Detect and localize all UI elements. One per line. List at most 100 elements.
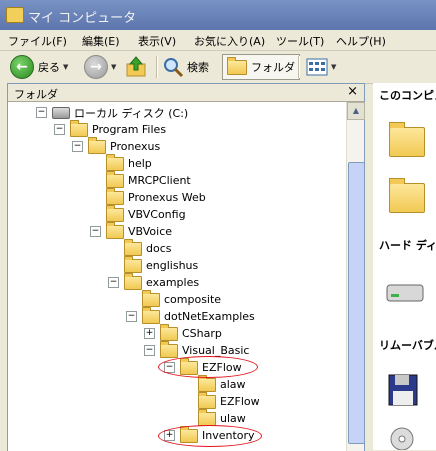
- cd-drive-icon[interactable]: [387, 425, 417, 450]
- folder-icon: [124, 238, 142, 256]
- folder-icon: [198, 408, 216, 426]
- folder-icon: [106, 204, 124, 222]
- tree-item-label: examples: [146, 276, 200, 289]
- tree-item-pronexus[interactable]: − Pronexus: [72, 136, 160, 155]
- folder-icon: [106, 187, 124, 205]
- folder-icon: [124, 272, 142, 290]
- tree-item-label: CSharp: [182, 327, 222, 340]
- folder-icon: [160, 340, 178, 358]
- folder-icon: [198, 391, 216, 409]
- tree-item-help[interactable]: help: [106, 153, 152, 172]
- collapse-icon[interactable]: −: [72, 141, 83, 152]
- drive-icon: [52, 106, 70, 119]
- close-icon[interactable]: ×: [347, 84, 358, 99]
- tree-item-ezflow-sub[interactable]: EZFlow: [198, 391, 260, 410]
- tree-item-dotnetexamples[interactable]: − dotNetExamples: [126, 306, 255, 325]
- scrollbar-thumb[interactable]: [348, 162, 365, 444]
- folders-icon: [227, 56, 247, 75]
- tree-item-label: composite: [164, 293, 222, 306]
- views-icon: [306, 58, 328, 76]
- collapse-icon[interactable]: −: [90, 226, 101, 237]
- toolbar: ← 戻る ▼ → ▼ 検索 フォルダ ▼: [0, 51, 436, 84]
- tree-item-composite[interactable]: composite: [142, 289, 222, 308]
- forward-arrow-icon: →: [84, 55, 108, 79]
- folder-icon[interactable]: [389, 178, 425, 213]
- back-button[interactable]: ← 戻る ▼: [10, 54, 68, 80]
- up-folder-button[interactable]: [124, 54, 148, 80]
- menu-help[interactable]: ヘルプ(H): [336, 33, 386, 49]
- expand-icon[interactable]: +: [144, 328, 155, 339]
- section-header: リムーバブル: [379, 339, 436, 352]
- tree-item-label: ローカル ディスク (C:): [74, 106, 189, 120]
- tree-item-label: Pronexus Web: [128, 191, 206, 204]
- folder-pane: フォルダ × − ローカル ディスク (C:) − Program Files …: [7, 83, 365, 451]
- tree-item-program-files[interactable]: − Program Files: [54, 119, 167, 138]
- back-label: 戻る: [38, 61, 60, 74]
- tree-item-englishus[interactable]: englishus: [124, 255, 199, 274]
- scroll-up-icon[interactable]: ▲: [347, 102, 365, 120]
- floppy-disk-icon[interactable]: [387, 373, 423, 409]
- tree-item-label: help: [128, 157, 152, 170]
- tree-item-mrcpclient[interactable]: MRCPClient: [106, 170, 191, 189]
- folder-icon: [106, 170, 124, 188]
- collapse-icon[interactable]: −: [144, 345, 155, 356]
- tree-item-label: englishus: [146, 259, 199, 272]
- tree-item-csharp[interactable]: + CSharp: [144, 323, 222, 342]
- menu-edit[interactable]: 編集(E): [82, 33, 120, 49]
- collapse-icon[interactable]: −: [36, 107, 47, 118]
- collapse-icon[interactable]: −: [108, 277, 119, 288]
- search-icon: [164, 58, 184, 78]
- menu-view[interactable]: 表示(V): [138, 33, 176, 49]
- tree-item-local-disk[interactable]: − ローカル ディスク (C:): [36, 104, 188, 121]
- separator: [298, 56, 300, 78]
- chevron-down-icon[interactable]: ▼: [111, 63, 116, 71]
- folder-icon: [198, 374, 216, 392]
- folders-button[interactable]: フォルダ: [222, 54, 300, 80]
- folder-icon[interactable]: [389, 122, 425, 157]
- vertical-scrollbar[interactable]: ▲: [346, 102, 365, 451]
- section-header: ハード ディ: [379, 239, 436, 252]
- window-edge: [0, 83, 7, 450]
- tree-item-examples[interactable]: − examples: [108, 272, 200, 291]
- tree-item-docs[interactable]: docs: [124, 238, 172, 257]
- folders-label: フォルダ: [251, 61, 295, 74]
- folder-icon: [106, 153, 124, 171]
- tree-item-pronexus-web[interactable]: Pronexus Web: [106, 187, 206, 206]
- menu-tools[interactable]: ツール(T): [276, 33, 324, 49]
- search-label: 検索: [187, 61, 209, 74]
- tree-item-label: Visual_Basic: [182, 344, 250, 357]
- views-button[interactable]: ▼: [306, 54, 336, 80]
- folder-icon: [6, 7, 24, 23]
- search-button[interactable]: 検索: [162, 54, 209, 80]
- folder-icon: [142, 289, 160, 307]
- tree-item-vbvoice[interactable]: − VBVoice: [90, 221, 172, 240]
- folder-icon: [88, 136, 106, 154]
- tree-item-label: docs: [146, 242, 172, 255]
- tree-item-label: alaw: [220, 378, 246, 391]
- tree-item-vbvconfig[interactable]: VBVConfig: [106, 204, 186, 223]
- tree-item-label: MRCPClient: [128, 174, 191, 187]
- chevron-down-icon[interactable]: ▼: [63, 63, 68, 71]
- up-folder-icon: [126, 56, 146, 77]
- content-pane: このコンピュ ハード ディ リムーバブル: [373, 83, 436, 450]
- folder-icon: [106, 221, 124, 239]
- back-arrow-icon: ←: [10, 55, 34, 79]
- tree-item-label: EZFlow: [220, 395, 260, 408]
- chevron-down-icon[interactable]: ▼: [331, 63, 336, 71]
- collapse-icon[interactable]: −: [54, 124, 65, 135]
- menu-favorites[interactable]: お気に入り(A): [194, 33, 265, 49]
- folder-pane-header: フォルダ ×: [8, 84, 364, 102]
- folder-icon: [142, 306, 160, 324]
- folder-icon: [70, 119, 88, 137]
- window-title: マイ コンピュータ: [28, 11, 137, 26]
- hard-drive-icon[interactable]: [385, 279, 425, 305]
- tree-item-alaw[interactable]: alaw: [198, 374, 246, 393]
- highlight-ellipse-inventory: [158, 425, 262, 447]
- tree-item-label: VBVConfig: [128, 208, 186, 221]
- collapse-icon[interactable]: −: [126, 311, 137, 322]
- menu-bar: ファイル(F) 編集(E) 表示(V) お気に入り(A) ツール(T) ヘルプ(…: [0, 30, 436, 51]
- menu-file[interactable]: ファイル(F): [8, 33, 67, 49]
- forward-button[interactable]: → ▼: [84, 54, 116, 80]
- folder-tree: − ローカル ディスク (C:) − Program Files − Prone…: [8, 104, 346, 451]
- tree-item-label: Program Files: [92, 123, 167, 136]
